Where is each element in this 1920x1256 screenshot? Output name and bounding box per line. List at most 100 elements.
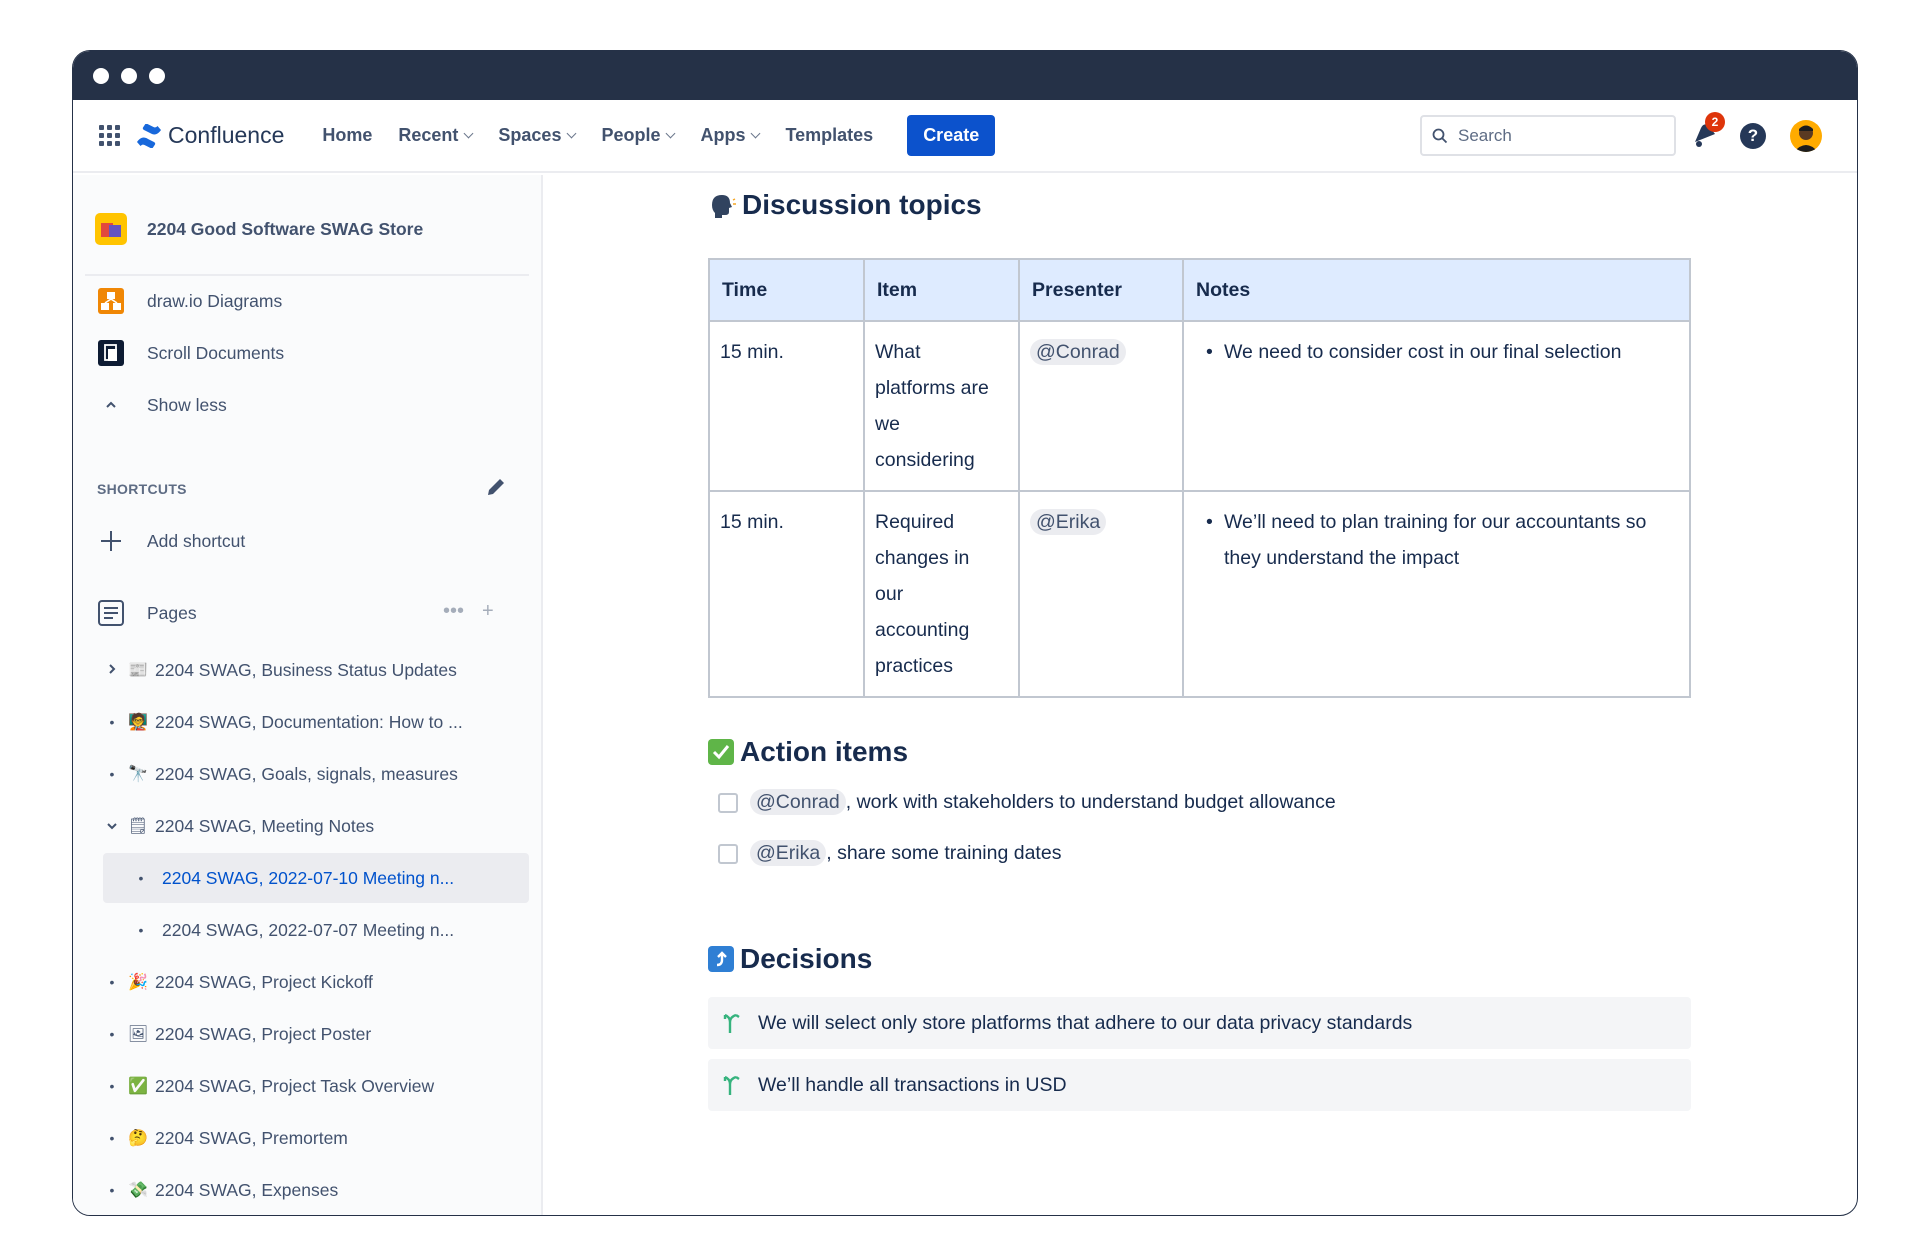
page-title: 2204 SWAG, 2022-07-07 Meeting n... xyxy=(162,919,455,940)
discussion-title: Discussion topics xyxy=(742,189,982,220)
table-row: 15 min. What platforms are we considerin… xyxy=(708,320,1691,492)
pages-icon xyxy=(97,599,125,627)
window-close-dot[interactable] xyxy=(93,67,109,84)
nav-home-label: Home xyxy=(322,125,373,145)
nav-home[interactable]: Home xyxy=(322,125,372,146)
task-checkbox[interactable] xyxy=(718,792,738,813)
chevron-down-icon[interactable] xyxy=(97,818,127,834)
page-tree-item[interactable]: 📰 2204 SWAG, Business Status Updates xyxy=(97,645,457,695)
task-description: , work with stakeholders to understand b… xyxy=(845,791,1336,813)
sidebar-item-scroll-documents[interactable]: Scroll Documents xyxy=(97,339,284,367)
page-tree-item[interactable]: • 💸 2204 SWAG, Expenses xyxy=(97,1165,339,1215)
search-input[interactable]: Search xyxy=(1420,115,1676,156)
nav-recent-label: Recent xyxy=(398,125,459,145)
task-checkbox[interactable] xyxy=(718,843,738,864)
chevron-down-icon xyxy=(751,128,761,139)
sidebar: 2204 Good Software SWAG Store draw.io Di… xyxy=(73,175,543,1215)
avatar[interactable] xyxy=(1790,120,1822,152)
nav-templates-label: Templates xyxy=(785,125,874,145)
task-text: @Conrad, work with stakeholders to under… xyxy=(750,789,1336,815)
create-button[interactable]: Create xyxy=(907,115,996,156)
page-tree-item[interactable]: • ✅ 2204 SWAG, Project Task Overview xyxy=(97,1061,435,1111)
bullet-icon: • xyxy=(109,766,115,782)
sidebar-item-drawio[interactable]: draw.io Diagrams xyxy=(97,287,282,315)
page-tree-item[interactable]: • 🎉 2204 SWAG, Project Kickoff xyxy=(97,957,373,1007)
bullet-icon: • xyxy=(109,1130,115,1146)
page-emoji-icon: 📰 xyxy=(128,662,148,679)
nav-apps-label: Apps xyxy=(700,125,746,145)
more-actions-icon[interactable]: ••• xyxy=(443,600,464,623)
notes-bullet: • We need to consider cost in our final s… xyxy=(1194,334,1679,370)
user-mention[interactable]: @Erika xyxy=(1030,509,1107,535)
page-emoji-icon: 🧑‍🏫 xyxy=(128,714,148,731)
user-mention[interactable]: @Conrad xyxy=(1030,339,1126,365)
page-emoji-icon: ✅ xyxy=(128,1078,148,1095)
add-shortcut-label: Add shortcut xyxy=(147,530,246,551)
window-maximize-dot[interactable] xyxy=(149,67,165,84)
nav-people[interactable]: People xyxy=(601,125,676,146)
notification-badge: 2 xyxy=(1705,112,1725,132)
nav-apps[interactable]: Apps xyxy=(700,125,761,146)
bullet-icon: • xyxy=(109,714,115,730)
app-switcher-icon[interactable] xyxy=(99,124,121,147)
shortcuts-heading: SHORTCUTS xyxy=(97,481,187,497)
page-tree-item[interactable]: • 🧑‍🏫 2204 SWAG, Documentation: How to .… xyxy=(97,697,463,747)
chevron-down-icon xyxy=(666,128,676,139)
confluence-logo[interactable]: Confluence xyxy=(136,122,284,149)
item-cell: What platforms are we considering xyxy=(863,320,1020,492)
page-emoji-icon: 🔭 xyxy=(128,766,148,783)
task-item: @Erika, share some training dates xyxy=(718,840,1061,866)
nav-spaces[interactable]: Spaces xyxy=(498,125,577,146)
decision-icon xyxy=(723,1075,740,1095)
user-mention[interactable]: @Conrad xyxy=(750,789,846,815)
space-header[interactable]: 2204 Good Software SWAG Store xyxy=(95,213,423,245)
page-tree-item[interactable]: • 🤔 2204 SWAG, Premortem xyxy=(97,1113,348,1163)
notes-line: We’ll need to plan training for our acco… xyxy=(1224,511,1647,533)
window-titlebar xyxy=(73,51,1857,100)
user-mention[interactable]: @Erika xyxy=(750,840,827,866)
chevron-down-icon xyxy=(567,128,577,139)
logo-text: Confluence xyxy=(168,122,285,148)
column-header: Notes xyxy=(1182,258,1691,322)
pages-label: Pages xyxy=(147,602,197,623)
page-title: 2204 SWAG, Meeting Notes xyxy=(155,815,375,836)
bullet-icon: • xyxy=(138,870,144,886)
sidebar-item-label: draw.io Diagrams xyxy=(147,290,283,311)
page-tree-item[interactable]: 🗒 2204 SWAG, Meeting Notes xyxy=(97,801,374,851)
bullet-icon: • xyxy=(109,974,115,990)
notes-cell: • We need to consider cost in our final s… xyxy=(1182,320,1691,492)
decisions-heading: Decisions xyxy=(708,943,872,975)
search-placeholder: Search xyxy=(1458,125,1512,145)
chevron-right-icon[interactable] xyxy=(97,662,127,678)
bullet-icon: • xyxy=(109,1182,115,1198)
decision-text: We will select only store platforms that… xyxy=(758,1011,1413,1034)
page-tree-item-selected[interactable]: • 2204 SWAG, 2022-07-10 Meeting n... xyxy=(103,853,529,903)
page-title: 2204 SWAG, Premortem xyxy=(155,1127,348,1148)
item-line: accounting xyxy=(875,619,970,641)
page-tree-item[interactable]: • 🔭 2204 SWAG, Goals, signals, measures xyxy=(97,749,458,799)
presenter-cell: @Erika xyxy=(1018,490,1184,698)
window-minimize-dot[interactable] xyxy=(121,67,137,84)
column-header: Presenter xyxy=(1018,258,1184,322)
sidebar-item-pages[interactable]: Pages xyxy=(97,599,197,627)
help-icon[interactable]: ? xyxy=(1740,123,1766,149)
sidebar-item-label: Show less xyxy=(147,394,227,415)
page-title: 2204 SWAG, Expenses xyxy=(155,1179,339,1200)
page-emoji-icon: 🖼 xyxy=(127,1026,149,1043)
add-page-icon[interactable]: + xyxy=(482,600,494,623)
nav-templates[interactable]: Templates xyxy=(785,125,873,146)
presenter-cell: @Conrad xyxy=(1018,320,1184,492)
nav-people-label: People xyxy=(601,125,661,145)
pages-actions: ••• + xyxy=(443,600,494,623)
page-tree-item[interactable]: • 🖼 2204 SWAG, Project Poster xyxy=(97,1009,372,1059)
add-shortcut-button[interactable]: Add shortcut xyxy=(97,527,245,555)
edit-shortcuts-icon[interactable] xyxy=(484,475,508,499)
time-cell: 15 min. xyxy=(708,320,865,492)
avatar-image xyxy=(1794,125,1818,152)
column-header: Item xyxy=(863,258,1020,322)
sidebar-show-less[interactable]: Show less xyxy=(97,391,227,419)
decision-item: We’ll handle all transactions in USD xyxy=(708,1059,1691,1111)
nav-recent[interactable]: Recent xyxy=(398,125,474,146)
space-avatar-icon xyxy=(95,213,127,245)
page-tree-item[interactable]: • 2204 SWAG, 2022-07-07 Meeting n... xyxy=(126,905,455,955)
